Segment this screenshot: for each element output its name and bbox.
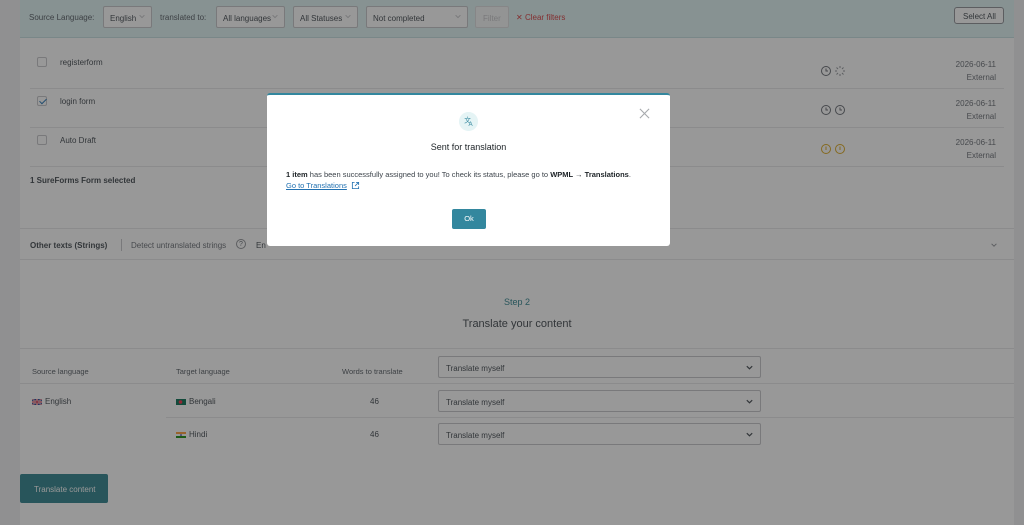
external-link-icon[interactable] [351, 181, 360, 190]
wpml-path: WPML → Translations [550, 170, 629, 179]
message-text: has been successfully assigned to you! T… [307, 170, 551, 179]
close-icon[interactable] [639, 108, 650, 119]
sent-for-translation-modal: 文 A Sent for translation 1 item has been… [267, 93, 670, 246]
modal-title: Sent for translation [430, 142, 507, 152]
ok-button[interactable]: Ok [452, 209, 486, 229]
go-to-translations-link[interactable]: Go to Translations [286, 181, 347, 190]
message-end: . [628, 170, 631, 179]
translate-icon: 文 A [459, 112, 478, 131]
modal-message: 1 item has been successfully assigned to… [286, 169, 656, 180]
item-count: 1 item [286, 170, 308, 179]
modal-backdrop[interactable] [0, 0, 1024, 525]
